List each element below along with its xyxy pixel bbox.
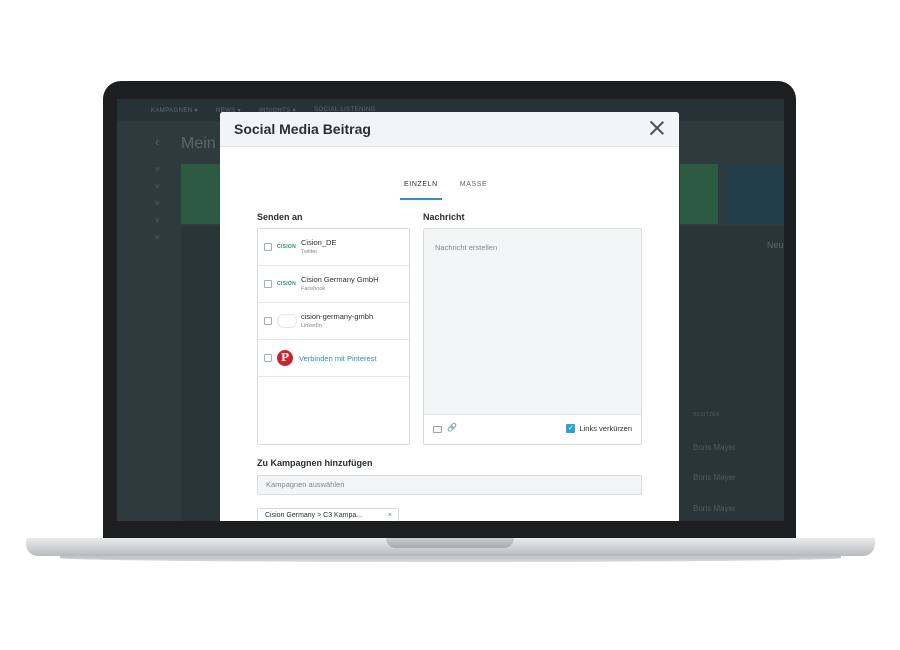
message-label: Nachricht (423, 212, 465, 222)
account-list: CISION Cision_DE Twitter CISION Cision G… (257, 228, 410, 445)
shorten-links-checkbox[interactable]: ✓ (566, 424, 576, 433)
cision-logo: CISION (277, 281, 297, 287)
campaign-select-input[interactable]: Kampagnen auswählen (257, 475, 642, 495)
account-item[interactable]: CISION Cision Germany GmbH Facebook (258, 266, 409, 303)
background-owner-cell: Boris Mayer (693, 504, 736, 513)
link-icon[interactable]: 🔗 (447, 423, 457, 432)
remove-chip-icon[interactable]: × (388, 509, 392, 521)
close-icon[interactable] (647, 118, 667, 138)
account-checkbox[interactable] (264, 317, 272, 325)
back-icon[interactable]: ‹ (155, 135, 159, 149)
account-network: Facebook (301, 285, 326, 292)
connect-pinterest-link[interactable]: Verbinden mit Pinterest (299, 354, 377, 363)
post-mode-tabs: EINZELN MASSE (400, 181, 491, 200)
account-avatar (277, 314, 297, 328)
background-chevron-column: ˅ ˅ ˅ ˅ ˅ (155, 165, 160, 242)
account-name: Cision Germany GmbH (301, 274, 379, 284)
send-to-label: Senden an (257, 212, 303, 222)
screen: KAMPAGNEN ▾ NEWS ▾ INSIGHTS ▾ SOCIAL LIS… (117, 99, 784, 521)
account-checkbox[interactable] (264, 280, 272, 288)
campaign-chip: Cision Germany > C3 Kampa... × (257, 508, 399, 521)
background-tile (680, 164, 718, 224)
message-toolbar: 🔗 ✓ Links verkürzen (424, 414, 641, 444)
account-checkbox[interactable] (264, 354, 272, 362)
account-item[interactable]: cision-germany-gmbh LinkedIn (258, 303, 409, 340)
background-column-header: BESITZER (693, 412, 720, 418)
shorten-links-label: Links verkürzen (579, 424, 632, 433)
background-owner-cell: Boris Mayer (693, 473, 736, 482)
message-editor[interactable]: Nachricht erstellen 🔗 ✓ Links verkürzen (423, 228, 642, 445)
shorten-links-toggle[interactable]: ✓ Links verkürzen (566, 424, 632, 433)
account-item[interactable]: CISION Cision_DE Twitter (258, 229, 409, 266)
dialog-header: Social Media Beitrag (220, 112, 679, 147)
message-placeholder: Nachricht erstellen (435, 243, 498, 252)
campaign-chip-label: Cision Germany > C3 Kampa... (265, 512, 363, 519)
background-owner-cell: Boris Mayer (693, 443, 736, 452)
background-page-title: Mein (181, 135, 216, 152)
laptop-opening-notch (386, 538, 514, 548)
connect-pinterest-item[interactable]: P Verbinden mit Pinterest (258, 340, 409, 377)
account-network: LinkedIn (301, 322, 322, 329)
social-media-post-dialog: Social Media Beitrag EINZELN MASSE Sende… (220, 112, 679, 521)
account-checkbox[interactable] (264, 243, 272, 251)
background-tile (181, 164, 221, 224)
background-heading: Neu (767, 240, 784, 250)
account-network: Twitter (301, 248, 318, 255)
image-icon[interactable] (433, 426, 442, 433)
laptop-frame: KAMPAGNEN ▾ NEWS ▾ INSIGHTS ▾ SOCIAL LIS… (0, 0, 900, 650)
nav-item-kampagnen[interactable]: KAMPAGNEN ▾ (151, 107, 198, 114)
tab-masse[interactable]: MASSE (456, 181, 492, 200)
campaigns-label: Zu Kampagnen hinzufügen (257, 458, 373, 468)
pinterest-icon: P (277, 350, 293, 366)
background-tile (727, 164, 784, 224)
tab-einzeln[interactable]: EINZELN (400, 181, 442, 200)
cision-logo: CISION (277, 244, 297, 250)
account-name: cision-germany-gmbh (301, 311, 374, 321)
dialog-title: Social Media Beitrag (234, 121, 371, 137)
account-name: Cision_DE (301, 237, 337, 247)
laptop-base-shadow (60, 554, 841, 562)
